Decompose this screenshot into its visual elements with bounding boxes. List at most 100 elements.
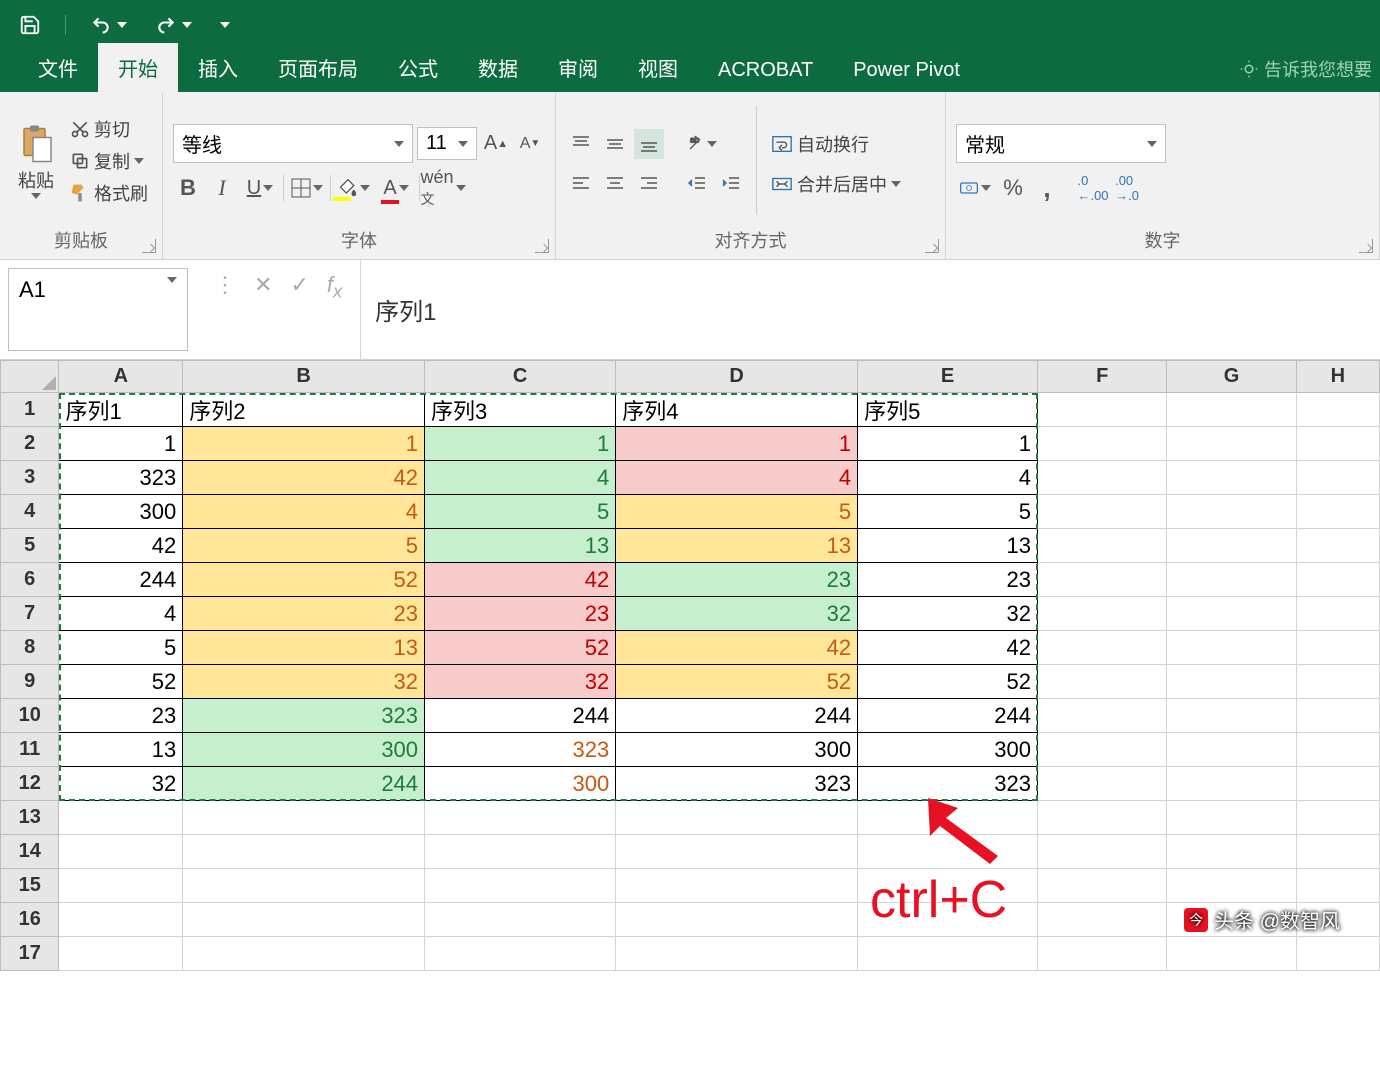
row-header[interactable]: 14 [1, 835, 59, 869]
row-header[interactable]: 11 [1, 733, 59, 767]
cell[interactable] [616, 903, 858, 937]
cell[interactable]: 52 [858, 665, 1038, 699]
cell[interactable] [616, 801, 858, 835]
cell[interactable]: 4 [425, 461, 616, 495]
row-header[interactable]: 17 [1, 937, 59, 971]
cell[interactable] [616, 937, 858, 971]
cell[interactable] [1038, 903, 1167, 937]
row-header[interactable]: 5 [1, 529, 59, 563]
decrease-decimal-icon[interactable]: .00→.0 [1112, 173, 1142, 203]
cell[interactable] [1296, 767, 1379, 801]
cell[interactable] [1167, 665, 1296, 699]
orientation-button[interactable]: ab [682, 129, 720, 159]
cell[interactable] [1038, 597, 1167, 631]
cell[interactable]: 52 [183, 563, 425, 597]
clipboard-launcher[interactable] [142, 239, 156, 253]
cell[interactable]: 323 [425, 733, 616, 767]
cell[interactable]: 52 [425, 631, 616, 665]
increase-font-icon[interactable]: A▲ [481, 129, 511, 159]
save-button[interactable] [15, 10, 45, 40]
cell[interactable]: 52 [616, 665, 858, 699]
cell[interactable] [1038, 665, 1167, 699]
cell[interactable] [1167, 767, 1296, 801]
cell[interactable] [1296, 393, 1379, 427]
font-color-button[interactable]: A [377, 173, 415, 203]
cancel-icon[interactable]: ✕ [254, 272, 272, 298]
cell[interactable] [1167, 427, 1296, 461]
font-launcher[interactable] [535, 239, 549, 253]
cell[interactable]: 13 [858, 529, 1038, 563]
tab-insert[interactable]: 插入 [178, 43, 258, 92]
cell[interactable]: 323 [858, 767, 1038, 801]
col-header[interactable]: E [858, 361, 1038, 393]
cell[interactable] [425, 869, 616, 903]
cell[interactable]: 300 [183, 733, 425, 767]
phonetic-button[interactable]: wén文 [424, 173, 462, 203]
cell[interactable] [59, 937, 183, 971]
col-header[interactable]: C [425, 361, 616, 393]
cell[interactable]: 5 [183, 529, 425, 563]
wrap-text-button[interactable]: 自动换行 [767, 129, 905, 159]
cell[interactable] [1038, 393, 1167, 427]
cell[interactable]: 13 [616, 529, 858, 563]
cell[interactable]: 1 [858, 427, 1038, 461]
cell[interactable] [1038, 529, 1167, 563]
select-all-corner[interactable] [1, 361, 59, 393]
cell[interactable] [858, 937, 1038, 971]
undo-button[interactable] [86, 11, 131, 39]
tab-view[interactable]: 视图 [618, 43, 698, 92]
name-box[interactable]: A1 [8, 268, 188, 351]
cell[interactable] [1296, 427, 1379, 461]
cell[interactable] [1038, 869, 1167, 903]
cell[interactable]: 23 [59, 699, 183, 733]
cell[interactable]: 序列3 [425, 393, 616, 427]
tab-powerpivot[interactable]: Power Pivot [833, 49, 980, 92]
col-header[interactable]: B [183, 361, 425, 393]
cell[interactable] [1038, 835, 1167, 869]
cell[interactable]: 323 [183, 699, 425, 733]
row-header[interactable]: 13 [1, 801, 59, 835]
cell[interactable]: 序列2 [183, 393, 425, 427]
cell[interactable] [1167, 937, 1296, 971]
cell[interactable]: 13 [183, 631, 425, 665]
cell[interactable]: 4 [616, 461, 858, 495]
borders-button[interactable] [288, 173, 326, 203]
cell[interactable]: 23 [616, 563, 858, 597]
cell[interactable]: 序列1 [59, 393, 183, 427]
cell[interactable] [1038, 801, 1167, 835]
tab-acrobat[interactable]: ACROBAT [698, 49, 833, 92]
align-center-icon[interactable] [600, 169, 630, 199]
cell[interactable] [1167, 393, 1296, 427]
cell[interactable] [1167, 563, 1296, 597]
cell[interactable] [1296, 665, 1379, 699]
cell[interactable]: 5 [425, 495, 616, 529]
col-header[interactable]: D [616, 361, 858, 393]
tab-review[interactable]: 审阅 [538, 43, 618, 92]
cell[interactable]: 1 [183, 427, 425, 461]
row-header[interactable]: 3 [1, 461, 59, 495]
tab-layout[interactable]: 页面布局 [258, 43, 378, 92]
cell[interactable]: 42 [858, 631, 1038, 665]
bold-button[interactable]: B [173, 173, 203, 203]
fill-color-button[interactable] [335, 173, 373, 203]
number-format-select[interactable]: 常规 [956, 124, 1166, 163]
cell[interactable] [1167, 495, 1296, 529]
tab-home[interactable]: 开始 [98, 43, 178, 92]
cell[interactable] [1296, 699, 1379, 733]
row-header[interactable]: 16 [1, 903, 59, 937]
cell[interactable]: 序列5 [858, 393, 1038, 427]
increase-decimal-icon[interactable]: .0←.00 [1078, 173, 1108, 203]
cell[interactable] [425, 801, 616, 835]
format-painter-button[interactable]: 格式刷 [66, 178, 152, 208]
merge-center-button[interactable]: 合并后居中 [767, 169, 905, 199]
cell[interactable] [425, 937, 616, 971]
cell[interactable] [1038, 495, 1167, 529]
cell[interactable]: 244 [59, 563, 183, 597]
col-header[interactable]: A [59, 361, 183, 393]
cell[interactable] [1167, 699, 1296, 733]
qat-customize[interactable] [216, 18, 234, 32]
align-right-icon[interactable] [634, 169, 664, 199]
font-name-select[interactable]: 等线 [173, 124, 413, 163]
cell[interactable] [1296, 801, 1379, 835]
cell[interactable] [59, 835, 183, 869]
